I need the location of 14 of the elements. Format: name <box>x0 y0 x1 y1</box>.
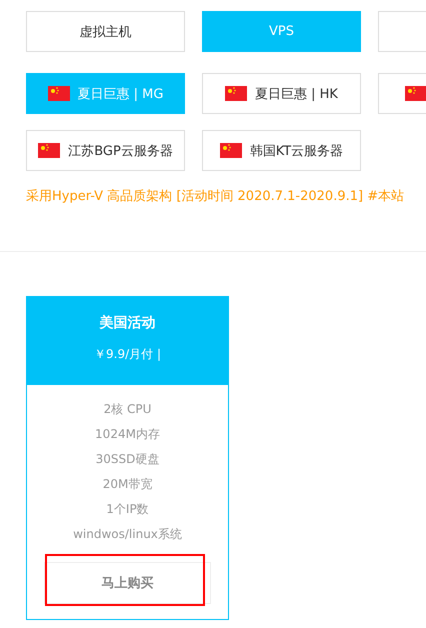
feature-text: 30SSD硬盘 <box>96 451 160 468</box>
category-tab[interactable]: 虚拟主机 <box>26 11 185 52</box>
location-tab[interactable]: 江苏BGP云服务器 <box>26 130 185 171</box>
feature-text: windwos/linux系统 <box>73 526 182 543</box>
location-tab[interactable]: 夏日巨惠 | HK <box>202 73 361 114</box>
plan-title: 美国活动 <box>100 314 156 332</box>
buy-button[interactable]: 马上购买 <box>44 562 211 604</box>
feature-text: 20M带宽 <box>102 476 152 493</box>
feature-text: 1024M内存 <box>95 426 160 443</box>
plan-price: ￥9.9/月付 | <box>94 346 161 363</box>
location-tab[interactable]: 韩国KT云服务器 <box>202 130 361 171</box>
feature-text: 1个IP数 <box>106 501 149 518</box>
notice-text: 采用Hyper-V 高品质架构 [活动时间 2020.7.1-2020.9.1] #本站 <box>26 188 406 205</box>
feature-text: 2核 CPU <box>104 401 152 418</box>
